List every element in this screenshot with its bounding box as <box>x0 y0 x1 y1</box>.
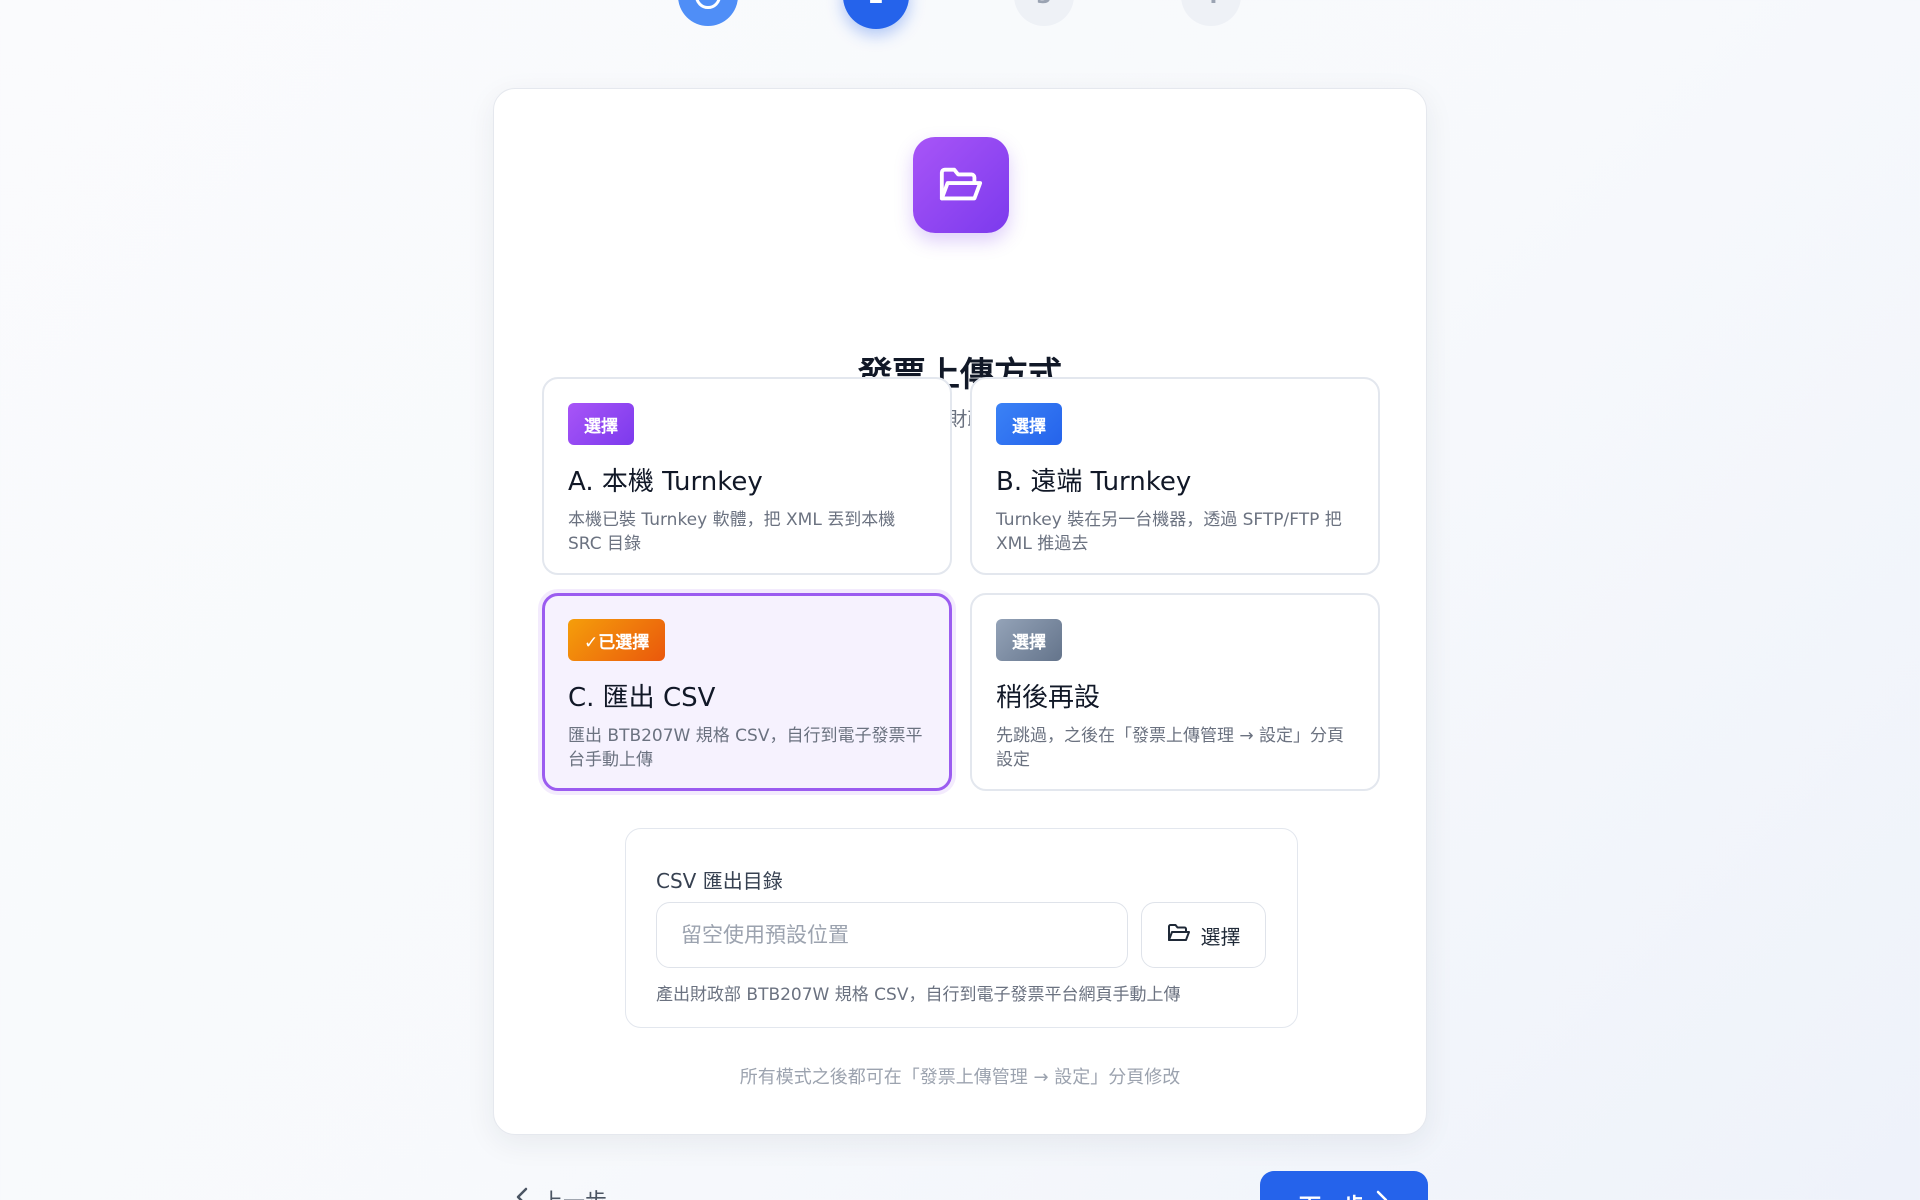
option-description: 本機已裝 Turnkey 軟體，把 XML 丟到本機 SRC 目錄 <box>568 510 896 554</box>
folder-open-icon <box>1167 923 1191 948</box>
choose-folder-button[interactable]: 選擇 <box>1141 902 1266 968</box>
selected-badge: ✓已選擇 <box>568 619 666 661</box>
step-3-number: 3 <box>1036 0 1051 9</box>
step-2-number: 2 <box>868 0 883 9</box>
previous-step-label: 上一步 <box>541 1184 607 1200</box>
option-description: 匯出 BTB207W 規格 CSV，自行到電子發票平台手動上傳 <box>568 726 923 770</box>
option-local-turnkey[interactable]: 選擇 A. 本機 Turnkey 本機已裝 Turnkey 軟體，把 XML 丟… <box>542 377 952 575</box>
step-2-active[interactable]: 2 <box>843 0 909 29</box>
step-4-number: 4 <box>1203 0 1218 9</box>
option-title: B. 遠端 Turnkey <box>996 467 1192 497</box>
option-title: A. 本機 Turnkey <box>568 467 763 497</box>
option-badge: 選擇 <box>568 403 634 445</box>
option-description: 先跳過，之後在「發票上傳管理 → 設定」分頁設定 <box>996 726 1345 770</box>
csv-hint: 產出財政部 BTB207W 規格 CSV，自行到電子發票平台網頁手動上傳 <box>656 985 1181 1005</box>
previous-step-button[interactable]: 上一步 <box>515 1184 607 1200</box>
step-4[interactable]: 4 <box>1181 0 1241 26</box>
step-1-done[interactable]: ✓ <box>678 0 738 26</box>
step-3[interactable]: 3 <box>1014 0 1074 26</box>
check-circle-icon: ✓ <box>695 0 721 9</box>
csv-dir-input[interactable] <box>656 902 1128 968</box>
csv-export-panel: CSV 匯出目錄 選擇 產出財政部 BTB207W 規格 CSV，自行到電子發票… <box>625 828 1298 1028</box>
option-badge: 選擇 <box>996 403 1062 445</box>
option-export-csv[interactable]: ✓已選擇 C. 匯出 CSV 匯出 BTB207W 規格 CSV，自行到電子發票… <box>542 593 952 791</box>
choose-folder-label: 選擇 <box>1200 924 1241 949</box>
upload-mode-card: 發票上傳方式 選擇 XML 要如何送到財政部平台（之後可改） 選擇 A. 本機 … <box>493 88 1427 1135</box>
option-set-later[interactable]: 選擇 稍後再設 先跳過，之後在「發票上傳管理 → 設定」分頁設定 <box>970 593 1380 791</box>
option-badge: 選擇 <box>996 619 1062 661</box>
next-step-button[interactable]: 下一步 <box>1260 1171 1428 1200</box>
footnote: 所有模式之後都可在「發票上傳管理 → 設定」分頁修改 <box>739 1067 1181 1088</box>
option-title: 稍後再設 <box>996 683 1101 713</box>
folder-open-icon <box>913 137 1009 233</box>
chevron-right-icon <box>1375 1189 1389 1200</box>
option-remote-turnkey[interactable]: 選擇 B. 遠端 Turnkey Turnkey 裝在另一台機器，透過 SFTP… <box>970 377 1380 575</box>
chevron-left-icon <box>515 1186 529 1200</box>
option-title: C. 匯出 CSV <box>568 683 716 713</box>
csv-dir-label: CSV 匯出目錄 <box>656 869 783 893</box>
option-description: Turnkey 裝在另一台機器，透過 SFTP/FTP 把 XML 推過去 <box>996 510 1342 554</box>
next-step-label: 下一步 <box>1299 1189 1365 1200</box>
stepper: ✓ 2 3 4 <box>0 0 1920 30</box>
